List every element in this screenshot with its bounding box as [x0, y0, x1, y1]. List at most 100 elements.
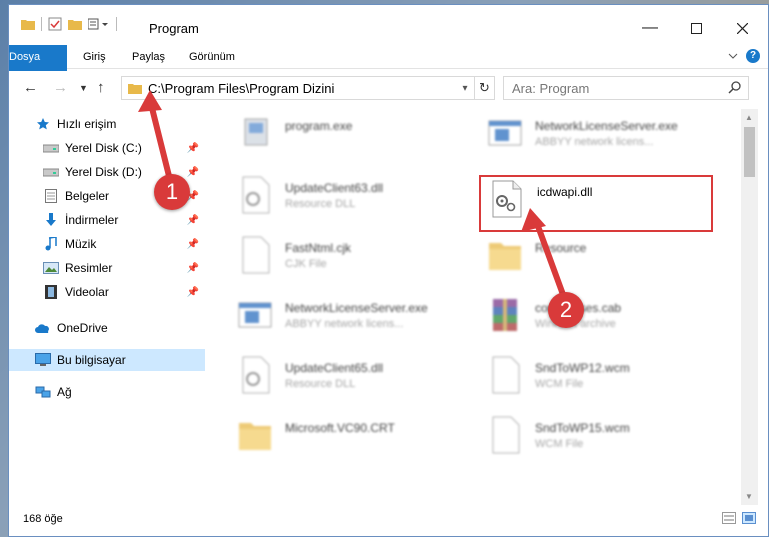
window-title: Program — [149, 21, 199, 36]
file-item[interactable]: NetworkLicenseServer.exe ABBYY network li… — [485, 113, 735, 163]
file-item[interactable]: UpdateClient65.dll Resource DLL — [235, 355, 485, 405]
back-button[interactable]: ← — [23, 79, 38, 96]
pin-icon[interactable]: 📌 — [187, 143, 199, 154]
nav-label: Yerel Disk (C:) — [65, 141, 142, 155]
file-item[interactable]: FastNtml.cjk CJK File — [235, 235, 485, 285]
details-view-icon[interactable] — [722, 512, 736, 524]
chevron-down-icon: ▾ — [462, 82, 468, 94]
selection-highlight-box — [479, 175, 713, 232]
address-dropdown[interactable]: ▾ — [456, 83, 474, 94]
chevron-down-icon[interactable] — [728, 52, 738, 60]
explorer-window: Program — Dosya Giriş Paylaş Görünüm ? ←… — [8, 4, 769, 537]
file-name: program.exe — [285, 119, 353, 133]
gear-file-icon — [242, 356, 270, 394]
refresh-button[interactable]: ↻ — [474, 77, 494, 99]
computer-icon — [35, 353, 51, 367]
address-path[interactable]: C:\Program Files\Program Dizini — [148, 81, 456, 96]
minimize-button[interactable]: — — [627, 13, 673, 43]
tab-share[interactable]: Paylaş — [120, 45, 177, 69]
arrow-right-icon: → — [53, 79, 68, 96]
nav-label: OneDrive — [57, 321, 108, 335]
up-button[interactable]: ↑ — [97, 79, 105, 96]
scroll-up-icon[interactable]: ▲ — [745, 113, 753, 122]
nav-label: İndirmeler — [65, 213, 119, 227]
search-placeholder: Ara: Program — [512, 80, 590, 96]
nav-label: Videolar — [65, 285, 109, 299]
file-item[interactable]: SndToWP12.wcm WCM File — [485, 355, 735, 405]
nav-item-videos[interactable]: Videolar 📌 — [9, 281, 205, 303]
pin-icon[interactable]: 📌 — [187, 287, 199, 298]
close-icon — [736, 22, 748, 34]
nav-item-quick-access[interactable]: Hızlı erişim — [9, 113, 205, 135]
vertical-scrollbar[interactable]: ▲ ▼ — [741, 109, 758, 505]
tab-view[interactable]: Görünüm — [177, 45, 247, 69]
forward-button[interactable]: → — [53, 79, 68, 96]
file-item[interactable]: coreclasses.cabWinRAR archive — [485, 295, 735, 345]
nav-item-music[interactable]: Müzik 📌 — [9, 233, 205, 255]
arrow-up-icon: ↑ — [97, 79, 105, 96]
scrollbar-thumb[interactable] — [744, 127, 755, 177]
nav-item-network[interactable]: Ağ — [9, 381, 205, 403]
file-name: NetworkLicenseServer.exe — [285, 301, 428, 315]
status-bar: 168 öğe — [9, 505, 768, 535]
ribbon-controls: ? — [728, 49, 760, 63]
properties-icon[interactable] — [48, 17, 62, 31]
chevron-down-icon: ▼ — [79, 83, 88, 93]
address-bar[interactable]: C:\Program Files\Program Dizini ▾ ↻ — [121, 76, 495, 100]
step-2-callout: 2 — [548, 292, 584, 328]
search-icon — [728, 81, 741, 94]
recent-locations-button[interactable]: ▼ — [79, 83, 88, 93]
help-button[interactable]: ? — [746, 49, 760, 63]
refresh-icon: ↻ — [479, 80, 490, 95]
pictures-icon — [43, 261, 59, 275]
toolbar-divider — [41, 17, 42, 31]
view-toggle — [722, 512, 756, 524]
pin-icon[interactable]: 📌 — [187, 263, 199, 274]
pin-icon[interactable]: 📌 — [187, 167, 199, 178]
nav-label: Yerel Disk (D:) — [65, 165, 142, 179]
file-name: UpdateClient65.dll — [285, 361, 384, 375]
new-folder-icon[interactable] — [68, 18, 82, 30]
file-item[interactable]: UpdateClient63.dll Resource DLL — [235, 175, 485, 225]
file-name: SndToWP12.wcm — [535, 361, 630, 375]
nav-item-downloads[interactable]: İndirmeler 📌 — [9, 209, 205, 231]
pin-icon[interactable]: 📌 — [187, 239, 199, 250]
file-item[interactable]: program.exe — [235, 113, 485, 163]
navigation-pane: Hızlı erişim Yerel Disk (C:) 📌 Yerel Dis… — [9, 109, 205, 505]
window-icon — [488, 120, 522, 146]
close-button[interactable] — [719, 13, 765, 43]
folder-icon — [128, 84, 142, 94]
video-icon — [43, 285, 59, 299]
pin-icon[interactable]: 📌 — [187, 215, 199, 226]
maximize-button[interactable] — [673, 13, 719, 43]
large-icons-view-icon[interactable] — [742, 512, 756, 524]
network-icon — [35, 385, 51, 399]
nav-label: Resimler — [65, 261, 113, 275]
file-name: NetworkLicenseServer.exe — [535, 119, 678, 133]
folder-icon — [21, 20, 35, 30]
nav-label: Hızlı erişim — [57, 117, 117, 131]
tab-home[interactable]: Giriş — [71, 45, 118, 69]
file-type: Resource DLL — [285, 378, 356, 390]
file-item[interactable]: SndToWP15.wcm WCM File — [485, 415, 735, 465]
scroll-down-icon[interactable]: ▼ — [745, 492, 753, 501]
file-item[interactable]: Microsoft.VC90.CRT — [235, 415, 485, 465]
drive-icon — [43, 165, 59, 179]
nav-label: Müzik — [65, 237, 97, 251]
file-item[interactable]: Resource — [485, 235, 735, 285]
blank-file-icon — [492, 416, 520, 454]
nav-item-onedrive[interactable]: OneDrive — [9, 317, 205, 339]
nav-item-local-disk-c[interactable]: Yerel Disk (C:) 📌 — [9, 137, 205, 159]
file-name: Resource — [535, 241, 587, 255]
maximize-icon — [690, 22, 702, 34]
search-input[interactable]: Ara: Program — [503, 76, 749, 100]
nav-item-this-pc[interactable]: Bu bilgisayar — [9, 349, 205, 371]
cloud-icon — [35, 321, 51, 335]
file-list: program.exe NetworkLicenseServer.exe ABBY… — [205, 109, 741, 505]
nav-item-pictures[interactable]: Resimler 📌 — [9, 257, 205, 279]
file-item[interactable]: NetworkLicenseServer.exe ABBYY network li… — [235, 295, 485, 345]
item-count: 168 öğe — [23, 513, 63, 525]
customize-toolbar-icon[interactable] — [88, 18, 110, 30]
file-type: CJK File — [285, 258, 327, 270]
nav-label: Belgeler — [65, 189, 110, 203]
